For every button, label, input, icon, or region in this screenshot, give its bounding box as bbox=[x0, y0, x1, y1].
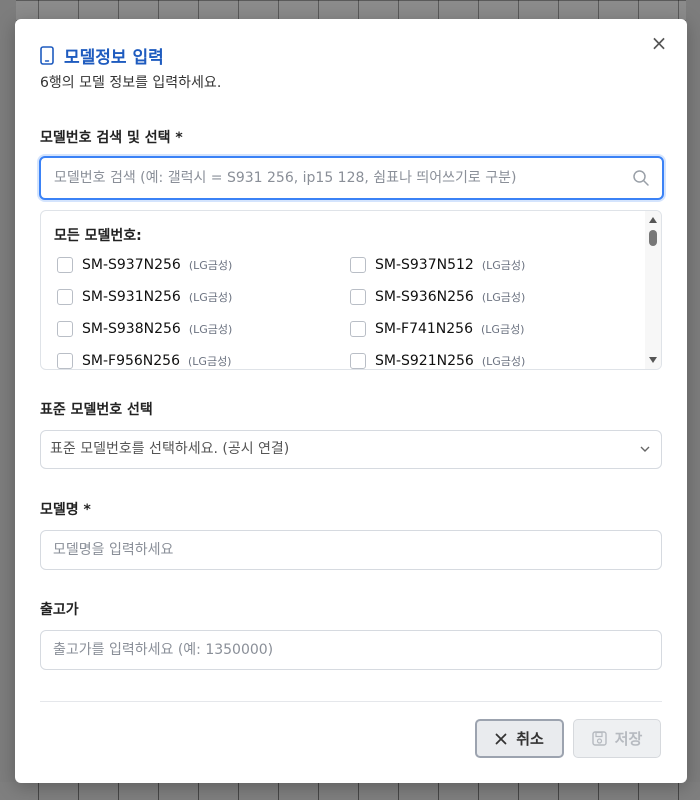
model-option[interactable]: SM-S938N256 (LG금성) bbox=[57, 319, 232, 339]
model-name-label: 모델명 * bbox=[40, 502, 91, 518]
model-info-dialog: × 모델정보 입력 6행의 모델 정보를 입력하세요. 모델번호 검색 및 선택… bbox=[15, 19, 687, 783]
model-maker: (LG금성) bbox=[481, 355, 526, 368]
model-search-field[interactable] bbox=[39, 156, 664, 200]
background-right-strip bbox=[686, 0, 700, 800]
model-maker: (LG금성) bbox=[188, 355, 232, 368]
scrollbar-thumb[interactable] bbox=[649, 230, 657, 246]
scroll-up-arrow-icon[interactable] bbox=[649, 217, 657, 223]
model-maker: (LG금성) bbox=[481, 291, 526, 304]
model-code: SM-S921N256 bbox=[375, 353, 474, 369]
model-search-label: 모델번호 검색 및 선택 * bbox=[40, 130, 183, 146]
standard-model-selected-value: 표준 모델번호를 선택하세요. (공시 연결) bbox=[50, 441, 290, 457]
model-maker: (LG금성) bbox=[188, 259, 233, 272]
chevron-down-icon bbox=[640, 446, 650, 452]
dialog-subtitle: 6행의 모델 정보를 입력하세요. bbox=[40, 75, 222, 91]
model-code: SM-S937N512 bbox=[375, 257, 474, 273]
model-code: SM-S938N256 bbox=[82, 321, 181, 337]
model-checkbox[interactable] bbox=[57, 353, 73, 369]
close-button[interactable]: × bbox=[649, 33, 669, 53]
model-name-field[interactable] bbox=[40, 530, 662, 570]
model-list-scrollbar[interactable] bbox=[645, 211, 661, 369]
background-left-strip bbox=[0, 0, 16, 800]
background-grid-bottom bbox=[0, 782, 700, 800]
model-option[interactable]: SM-F741N256 (LG금성) bbox=[350, 319, 524, 339]
model-option[interactable]: SM-S937N512 (LG금성) bbox=[350, 255, 525, 275]
model-checkbox[interactable] bbox=[350, 353, 366, 369]
standard-model-label: 표준 모델번호 선택 bbox=[40, 402, 153, 418]
model-option[interactable]: SM-S936N256 (LG금성) bbox=[350, 287, 525, 307]
model-option[interactable]: SM-S921N256 (LG금성) bbox=[350, 351, 526, 369]
release-price-field[interactable] bbox=[40, 630, 662, 670]
release-price-input[interactable] bbox=[41, 631, 661, 669]
model-checkbox[interactable] bbox=[57, 289, 73, 305]
model-maker: (LG금성) bbox=[188, 323, 233, 336]
model-code: SM-F956N256 bbox=[82, 353, 180, 369]
model-search-input[interactable] bbox=[41, 158, 662, 198]
close-icon bbox=[495, 733, 507, 744]
model-checkbox[interactable] bbox=[350, 257, 366, 273]
model-maker: (LG금성) bbox=[481, 259, 526, 272]
model-checkbox[interactable] bbox=[350, 321, 366, 337]
model-code: SM-S937N256 bbox=[82, 257, 181, 273]
model-list-header: 모든 모델번호: bbox=[54, 228, 142, 244]
cancel-button[interactable]: 취소 bbox=[475, 719, 564, 758]
save-button-label: 저장 bbox=[614, 730, 643, 748]
model-maker: (LG금성) bbox=[188, 291, 233, 304]
scroll-down-arrow-icon[interactable] bbox=[649, 357, 657, 363]
model-code: SM-S931N256 bbox=[82, 289, 181, 305]
model-code: SM-S936N256 bbox=[375, 289, 474, 305]
model-number-list: 모든 모델번호: SM-S937N256 (LG금성) SM-S937N512 … bbox=[40, 210, 662, 370]
dialog-title: 모델정보 입력 bbox=[64, 48, 164, 68]
model-option[interactable]: SM-S937N256 (LG금성) bbox=[57, 255, 232, 275]
model-checkbox[interactable] bbox=[350, 289, 366, 305]
search-icon bbox=[633, 170, 649, 186]
model-option[interactable]: SM-S931N256 (LG금성) bbox=[57, 287, 232, 307]
footer-divider bbox=[40, 701, 662, 702]
dialog-header: 모델정보 입력 bbox=[40, 43, 164, 68]
model-checkbox[interactable] bbox=[57, 321, 73, 337]
release-price-label: 출고가 bbox=[40, 602, 79, 618]
standard-model-select[interactable]: 표준 모델번호를 선택하세요. (공시 연결) bbox=[40, 430, 662, 469]
model-checkbox[interactable] bbox=[57, 257, 73, 273]
model-name-input[interactable] bbox=[41, 531, 661, 569]
cancel-button-label: 취소 bbox=[516, 730, 544, 748]
model-option[interactable]: SM-F956N256 (LG금성) bbox=[57, 351, 232, 369]
model-code: SM-F741N256 bbox=[375, 321, 473, 337]
mobile-phone-icon bbox=[40, 46, 54, 65]
save-disk-icon bbox=[591, 731, 607, 746]
model-maker: (LG금성) bbox=[481, 323, 525, 336]
save-button[interactable]: 저장 bbox=[573, 719, 661, 758]
